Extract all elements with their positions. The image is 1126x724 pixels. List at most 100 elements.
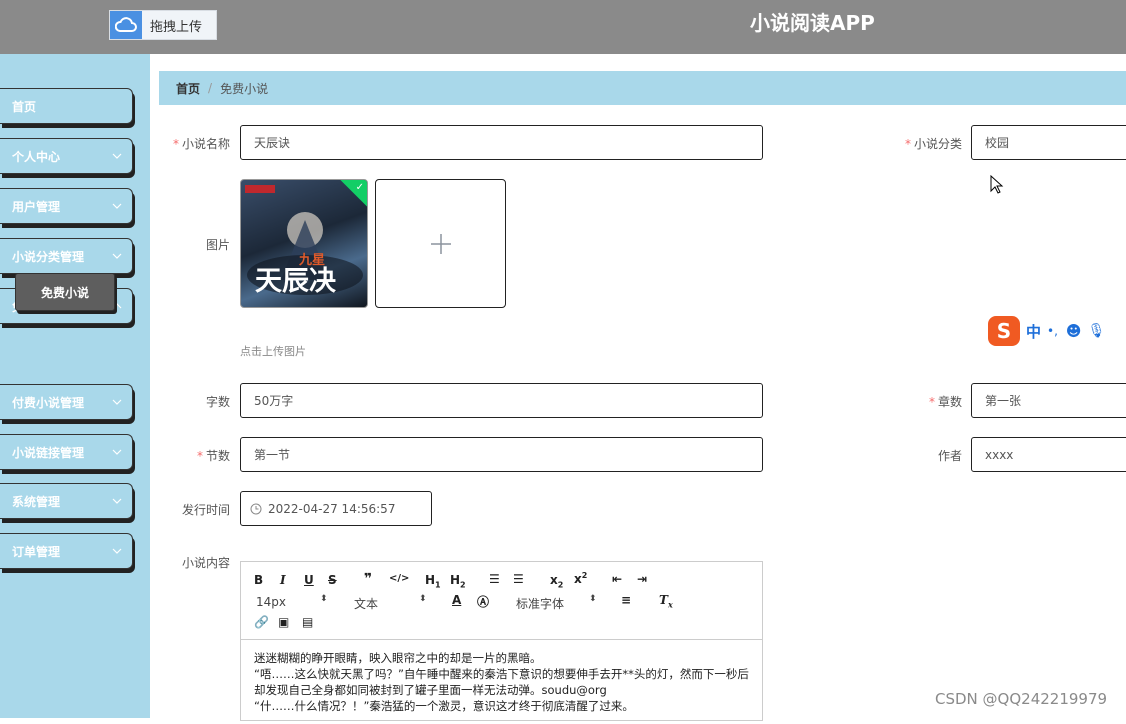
required-mark: * xyxy=(196,449,203,463)
underline-button[interactable]: U xyxy=(304,573,314,587)
font-size-select[interactable]: 14px xyxy=(256,595,286,609)
punctuation-icon[interactable]: •, xyxy=(1047,324,1058,338)
category-label: * 小说分类 xyxy=(900,135,962,152)
superscript-button[interactable]: x2 xyxy=(574,571,587,586)
sidebar-item-label: 小说链接管理 xyxy=(12,445,85,460)
image-icon[interactable]: ▣ xyxy=(278,615,289,629)
emoji-icon[interactable]: ☻ xyxy=(1066,322,1082,340)
required-mark: * xyxy=(928,395,935,409)
sidebar-subitem-free-novel[interactable]: 免费小说 xyxy=(15,273,115,311)
sidebar-item-label: 个人中心 xyxy=(12,149,61,164)
chevron-down-icon xyxy=(112,399,122,405)
microphone-icon[interactable]: 🎙 xyxy=(1088,323,1106,339)
ime-chinese-mode[interactable]: 中 xyxy=(1026,321,1041,342)
app-title: 小说阅读APP xyxy=(750,11,875,35)
subscript-button[interactable]: x2 xyxy=(550,573,563,589)
drag-upload-button[interactable]: 拖拽上传 xyxy=(109,10,217,40)
publish-time-picker[interactable]: 2022-04-27 14:56:57 xyxy=(240,491,432,526)
bullet-list-button[interactable]: ☰ xyxy=(513,572,524,586)
drag-upload-label: 拖拽上传 xyxy=(150,19,203,35)
breadcrumb-current: 免费小说 xyxy=(220,81,269,96)
sidebar-item-label: 首页 xyxy=(12,99,37,114)
breadcrumb-separator: / xyxy=(208,81,213,95)
font-family-select[interactable]: 标准字体 xyxy=(516,595,564,612)
required-mark: * xyxy=(904,137,911,151)
chevron-updown-icon: ⬍ xyxy=(419,594,427,604)
ime-toolbar[interactable]: S 中 •, ☻ 🎙 xyxy=(988,315,1126,347)
outdent-button[interactable]: ⇤ xyxy=(612,572,622,586)
plus-icon xyxy=(430,233,451,254)
breadcrumb-home[interactable]: 首页 xyxy=(176,80,200,97)
section-label: * 节数 xyxy=(180,447,230,464)
publish-time-value: 2022-04-27 14:56:57 xyxy=(268,501,396,516)
publish-time-label: 发行时间 xyxy=(181,503,230,517)
sidebar-item-user-management[interactable]: 用户管理 xyxy=(0,188,133,224)
category-select[interactable]: 校园 xyxy=(971,125,1126,160)
blockquote-button[interactable]: ❞ xyxy=(364,571,372,587)
sidebar-item-home[interactable]: 首页 xyxy=(0,88,133,124)
video-icon[interactable]: ▤ xyxy=(302,615,313,629)
align-button[interactable]: ≡ xyxy=(621,593,631,607)
cover-image[interactable]: 九星 天辰决 ✓ xyxy=(240,179,368,308)
sidebar-item-system-management[interactable]: 系统管理 xyxy=(0,483,133,519)
section-label-text: 节数 xyxy=(205,449,230,463)
word-count-input[interactable]: 50万字 xyxy=(240,383,763,418)
chevron-down-icon xyxy=(112,253,122,259)
cloud-upload-icon xyxy=(110,11,142,39)
novel-name-label: * 小说名称 xyxy=(170,135,230,152)
mouse-cursor-icon xyxy=(990,175,1004,194)
strike-button[interactable]: S xyxy=(328,573,337,587)
novel-name-label-text: 小说名称 xyxy=(181,137,230,151)
chevron-down-icon xyxy=(112,153,122,159)
background-color-button[interactable]: Ⓐ xyxy=(477,593,489,610)
italic-button[interactable]: I xyxy=(280,573,286,587)
chapters-input[interactable]: 第一张 xyxy=(971,383,1126,418)
image-upload-box[interactable] xyxy=(375,179,506,308)
top-header: 拖拽上传 小说阅读APP xyxy=(0,0,1126,54)
heading1-button[interactable]: H1 xyxy=(425,573,441,589)
sidebar-item-label: 付费小说管理 xyxy=(12,395,85,410)
text-style-select[interactable]: 文本 xyxy=(354,595,378,612)
chevron-down-icon xyxy=(112,203,122,209)
editor-toolbar: B I U S ❞ </> H1 H2 ☰ ☰ x2 x2 ⇤ ⇥ 14px ⬍… xyxy=(241,562,762,640)
word-count-label: 字数 xyxy=(205,395,230,409)
chevron-down-icon xyxy=(112,449,122,455)
indent-button[interactable]: ⇥ xyxy=(637,572,647,586)
sidebar-item-paid-novel-management[interactable]: 付费小说管理 xyxy=(0,384,133,420)
bold-button[interactable]: B xyxy=(254,573,263,587)
content-line: “唔……这么快就天黑了吗？”自午睡中醒来的秦浩下意识的想要伸手去开**头的灯，然… xyxy=(254,667,749,681)
sidebar-item-label: 系统管理 xyxy=(12,494,61,509)
code-block-button[interactable]: </> xyxy=(389,573,409,584)
sidebar-item-link-management[interactable]: 小说链接管理 xyxy=(0,434,133,470)
sidebar-item-personal-center[interactable]: 个人中心 xyxy=(0,138,133,174)
author-label: 作者 xyxy=(937,449,962,463)
heading2-button[interactable]: H2 xyxy=(450,573,466,589)
clear-format-button[interactable]: Tx xyxy=(659,593,673,609)
content-label: 小说内容 xyxy=(181,556,230,570)
font-color-button[interactable]: A xyxy=(452,593,461,607)
required-mark: * xyxy=(172,137,179,151)
watermark: CSDN @QQ242219979 xyxy=(935,690,1108,708)
sidebar-item-label: 小说分类管理 xyxy=(12,249,85,264)
author-input[interactable]: xxxx xyxy=(971,437,1126,472)
breadcrumb: 首页 / 免费小说 xyxy=(159,71,1126,105)
rich-text-editor[interactable]: B I U S ❞ </> H1 H2 ☰ ☰ x2 x2 ⇤ ⇥ 14px ⬍… xyxy=(240,561,763,721)
content-line: “什……什么情况？！”秦浩猛的一个激灵，意识这才终于彻底清醒了过来。 xyxy=(254,699,634,713)
sidebar-item-category-management[interactable]: 小说分类管理 xyxy=(0,238,133,274)
image-upload-hint: 点击上传图片 xyxy=(240,345,306,358)
sidebar-item-order-management[interactable]: 订单管理 xyxy=(0,533,133,569)
chevron-updown-icon: ⬍ xyxy=(320,594,328,604)
novel-name-input[interactable]: 天辰诀 xyxy=(240,125,763,160)
category-label-text: 小说分类 xyxy=(913,137,962,151)
cover-artwork: 九星 天辰决 xyxy=(245,185,363,297)
section-input[interactable]: 第一节 xyxy=(240,437,763,472)
chapters-label: * 章数 xyxy=(910,393,962,410)
sidebar-item-label: 订单管理 xyxy=(12,544,61,559)
chevron-updown-icon: ⬍ xyxy=(589,594,597,604)
chevron-down-icon xyxy=(112,548,122,554)
ordered-list-button[interactable]: ☰ xyxy=(489,572,500,586)
sogou-logo-icon: S xyxy=(988,316,1020,346)
editor-content[interactable]: 迷迷糊糊的睁开眼睛，映入眼帘之中的却是一片的黑暗。 “唔……这么快就天黑了吗？”… xyxy=(241,640,762,724)
link-icon[interactable]: 🔗 xyxy=(254,615,269,629)
check-icon: ✓ xyxy=(355,182,364,193)
